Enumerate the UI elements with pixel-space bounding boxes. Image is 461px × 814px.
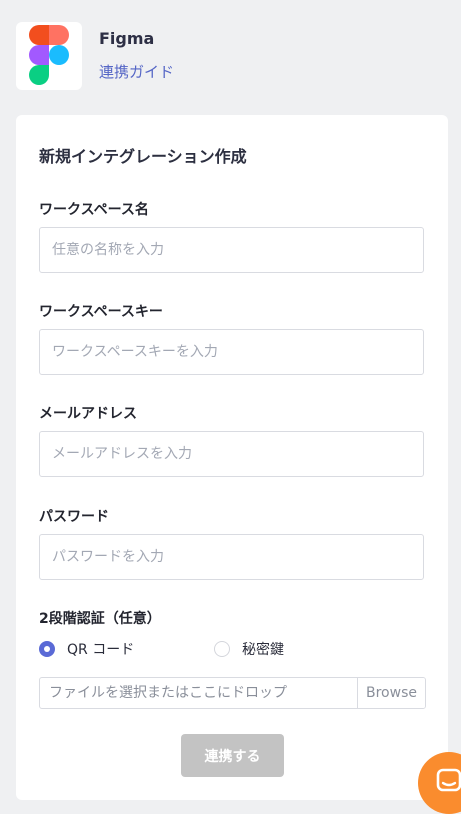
integration-form-card: 新規インテグレーション作成 ワークスペース名 ワークスペースキー メールアドレス… [16, 115, 448, 800]
connect-button[interactable]: 連携する [181, 734, 284, 777]
integration-guide-link[interactable]: 連携ガイド [99, 61, 174, 82]
figma-logo-icon [29, 25, 69, 85]
password-input[interactable] [39, 534, 424, 580]
radio-qr-code[interactable]: QR コード [39, 638, 134, 660]
workspace-name-label: ワークスペース名 [39, 202, 149, 218]
figma-logo [16, 22, 82, 90]
workspace-key-input[interactable] [39, 329, 424, 375]
radio-unselected-icon [214, 641, 230, 657]
radio-qr-code-label: QR コード [67, 642, 135, 658]
password-label: パスワード [39, 509, 109, 525]
radio-selected-icon [39, 641, 55, 657]
email-label: メールアドレス [39, 406, 137, 422]
file-picker[interactable]: ファイルを選択またはここにドロップ Browse [39, 677, 426, 709]
browse-button[interactable]: Browse [357, 678, 425, 708]
file-drop-zone[interactable]: ファイルを選択またはここにドロップ [40, 678, 357, 708]
radio-secret-key[interactable]: 秘密鍵 [214, 638, 284, 660]
workspace-name-input[interactable] [39, 227, 424, 273]
two-factor-label: 2段階認証（任意） [39, 611, 161, 627]
app-name: Figma [99, 29, 155, 48]
workspace-key-label: ワークスペースキー [39, 304, 163, 320]
form-title: 新規インテグレーション作成 [39, 147, 247, 166]
radio-secret-key-label: 秘密鍵 [242, 642, 284, 658]
app-header: Figma 連携ガイド [16, 22, 436, 92]
email-input[interactable] [39, 431, 424, 477]
